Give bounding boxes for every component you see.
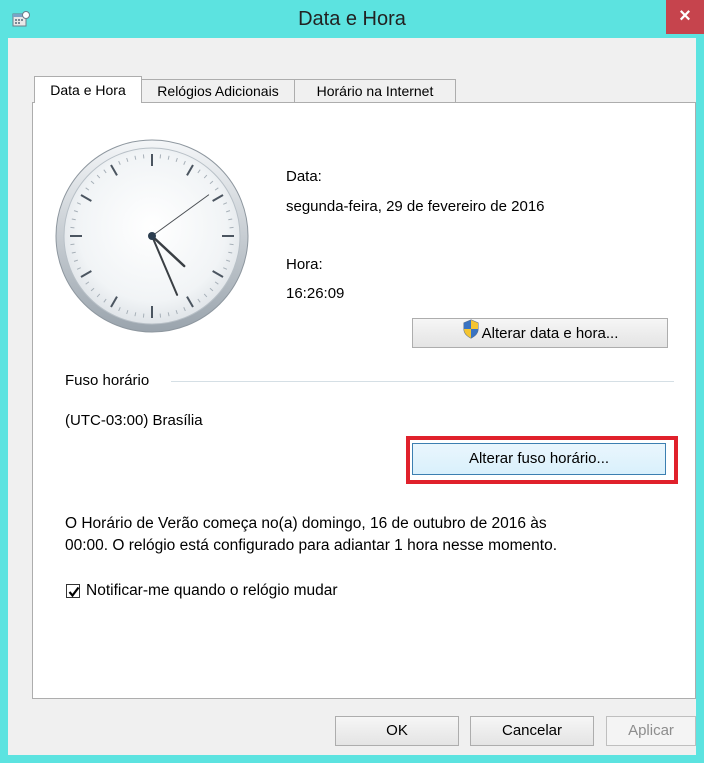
time-label: Hora: (286, 256, 323, 273)
ok-button[interactable]: OK (335, 716, 459, 746)
tab-label: Relógios Adicionais (157, 83, 279, 99)
apply-button[interactable]: Aplicar (606, 716, 696, 746)
checkmark-icon (68, 586, 80, 598)
title-bar[interactable]: Data e Hora × (0, 0, 704, 38)
tab-internet-time[interactable]: Horário na Internet (294, 79, 456, 102)
dst-info-line-1: O Horário de Verão começa no(a) domingo,… (65, 515, 547, 532)
tab-date-time[interactable]: Data e Hora (34, 76, 142, 103)
tab-additional-clocks[interactable]: Relógios Adicionais (141, 79, 295, 102)
highlight-box (406, 436, 678, 484)
tab-label: Horário na Internet (316, 83, 434, 99)
ok-label: OK (386, 722, 408, 739)
cancel-button[interactable]: Cancelar (470, 716, 594, 746)
date-value: segunda-feira, 29 de fevereiro de 2016 (286, 198, 545, 215)
timezone-value: (UTC-03:00) Brasília (65, 412, 203, 429)
date-time-dialog: Data e Hora × Data e Hora Relógios Adici… (0, 0, 704, 763)
window-title: Data e Hora (298, 8, 406, 30)
apply-label: Aplicar (628, 722, 674, 739)
active-tab-joint (35, 101, 140, 103)
change-date-time-label: Alterar data e hora... (481, 325, 619, 342)
notify-checkbox[interactable] (66, 584, 80, 598)
analog-clock (55, 139, 249, 333)
time-value: 16:26:09 (286, 285, 345, 302)
close-button[interactable]: × (666, 0, 704, 34)
timezone-group-label: Fuso horário (65, 372, 150, 389)
date-label: Data: (286, 168, 322, 185)
dst-info-text: O Horário de Verão começa no(a) domingo,… (65, 513, 665, 557)
change-date-time-button[interactable]: Alterar data e hora... (412, 318, 668, 348)
group-divider (171, 381, 674, 382)
tab-label: Data e Hora (50, 82, 126, 98)
shield-icon (462, 319, 480, 349)
notify-checkbox-label[interactable]: Notificar-me quando o relógio mudar (86, 582, 338, 600)
cancel-label: Cancelar (501, 722, 563, 739)
dst-info-line-2: 00:00. O relógio está configurado para a… (65, 537, 558, 554)
close-icon: × (679, 5, 691, 27)
